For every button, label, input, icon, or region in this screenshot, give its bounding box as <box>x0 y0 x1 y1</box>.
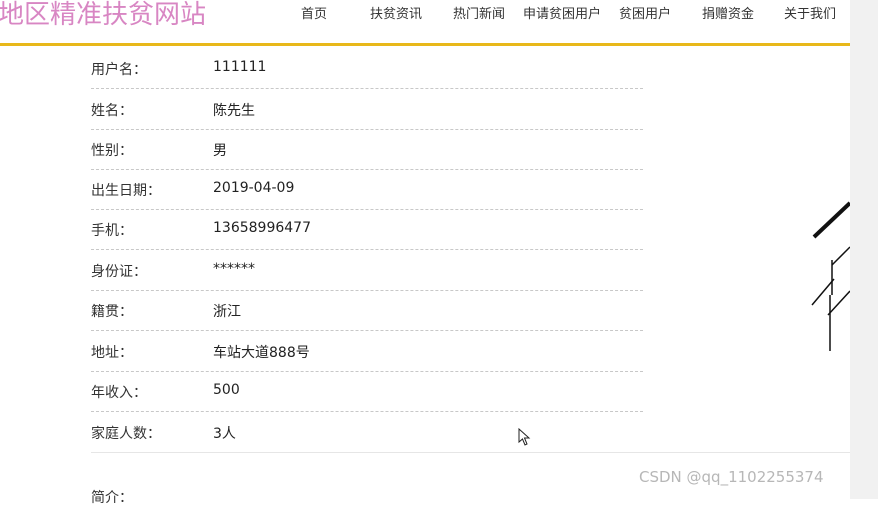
field-value: 500 <box>213 382 240 398</box>
field-value: 车站大道888号 <box>213 345 310 361</box>
nav-hot-news[interactable]: 热门新闻 <box>453 3 505 22</box>
field-value: 2019-04-09 <box>213 180 295 196</box>
profile-row-birthdate: 出生日期： 2019-04-09 <box>91 169 643 210</box>
field-label: 家庭人数： <box>91 426 161 442</box>
profile-row-family-size: 家庭人数： 3人 <box>91 412 643 452</box>
site-header: 地区精准扶贫网站 首页 扶贫资讯 热门新闻 申请贫困用户 贫困用户 捐赠资金 关… <box>0 0 850 44</box>
profile-row-name: 姓名： 陈先生 <box>91 89 643 130</box>
decorative-sketch <box>810 195 850 355</box>
field-label: 姓名： <box>91 103 133 119</box>
profile-row-hometown: 籍贯： 浙江 <box>91 290 643 331</box>
profile-row-id-card: 身份证： ****** <box>91 250 643 291</box>
field-label: 手机： <box>91 223 133 239</box>
nav-about-us[interactable]: 关于我们 <box>784 3 836 22</box>
field-value: ****** <box>213 261 255 277</box>
field-label: 性别： <box>91 143 133 159</box>
field-label: 年收入： <box>91 385 147 401</box>
intro-label: 简介： <box>91 490 133 506</box>
page-right-margin <box>850 0 878 499</box>
field-value: 13658996477 <box>213 220 311 236</box>
field-label: 地址： <box>91 345 133 361</box>
site-title: 地区精准扶贫网站 <box>0 0 207 30</box>
nav-poor-users[interactable]: 贫困用户 <box>619 3 671 22</box>
field-value: 3人 <box>213 426 236 442</box>
watermark: CSDN @qq_1102255374 <box>639 468 824 486</box>
field-value: 男 <box>213 143 227 159</box>
field-label: 用户名： <box>91 62 147 78</box>
nav-donate[interactable]: 捐赠资金 <box>702 3 754 22</box>
profile-row-address: 地址： 车站大道888号 <box>91 331 643 372</box>
field-value: 浙江 <box>213 304 241 320</box>
mouse-cursor-icon <box>518 428 531 446</box>
nav-home[interactable]: 首页 <box>301 3 327 22</box>
field-label: 出生日期： <box>91 183 161 199</box>
field-value: 陈先生 <box>213 103 255 119</box>
section-divider <box>91 452 850 453</box>
profile-row-username: 用户名： 111111 <box>91 48 643 89</box>
field-value: 111111 <box>213 59 267 75</box>
nav-poverty-news[interactable]: 扶贫资讯 <box>370 3 422 22</box>
profile-row-annual-income: 年收入： 500 <box>91 371 643 412</box>
field-label: 身份证： <box>91 264 147 280</box>
field-label: 籍贯： <box>91 304 133 320</box>
profile-row-phone: 手机： 13658996477 <box>91 209 643 250</box>
profile-row-gender: 性别： 男 <box>91 129 643 170</box>
nav-apply-poor-user[interactable]: 申请贫困用户 <box>523 3 601 22</box>
